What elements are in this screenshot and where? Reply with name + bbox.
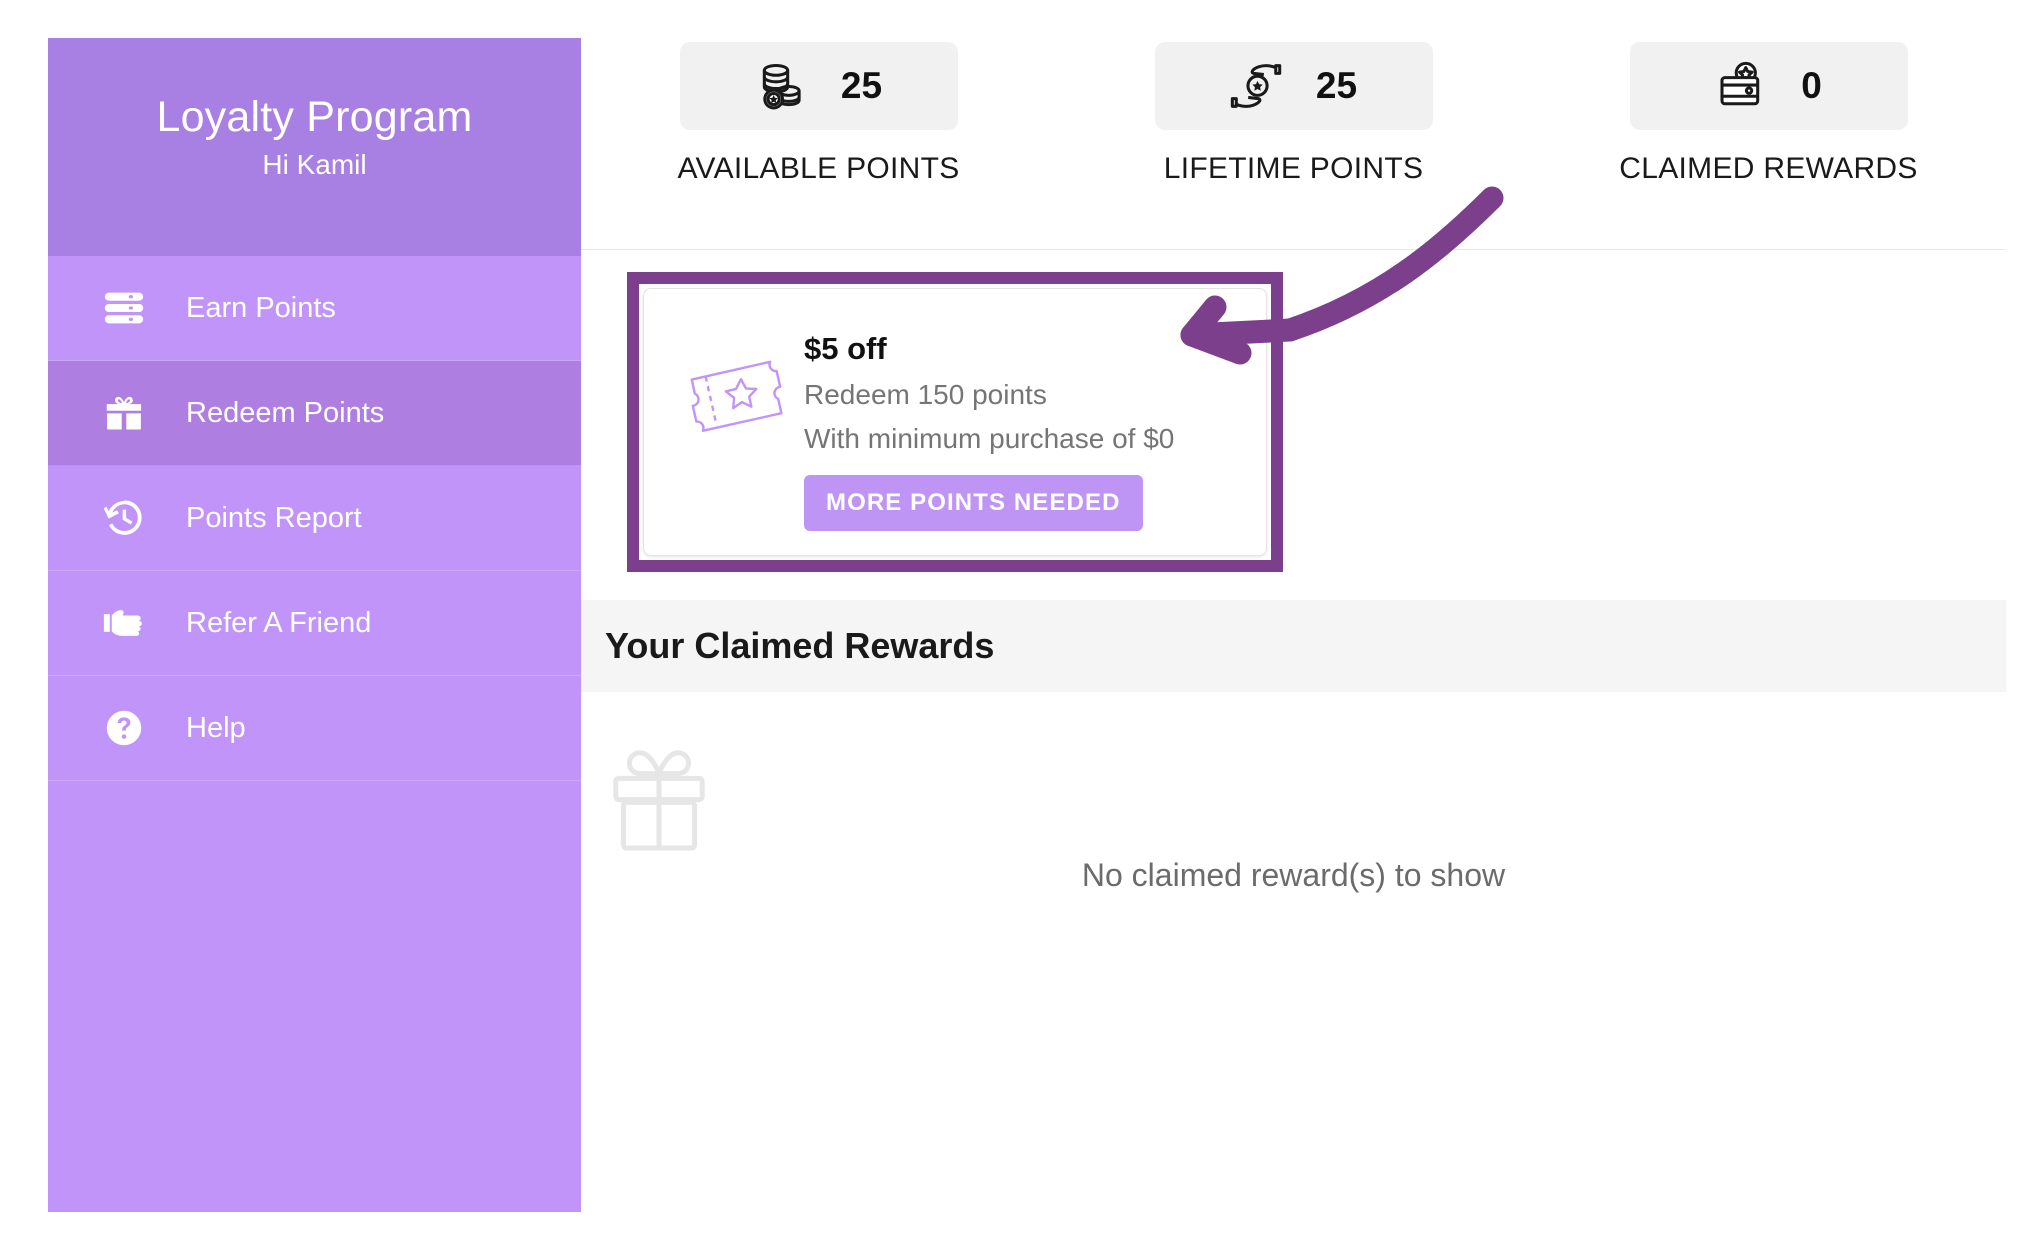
gift-icon — [98, 387, 150, 439]
stat-label: CLAIMED REWARDS — [1619, 152, 1918, 185]
user-greeting: Hi Kamil — [262, 148, 367, 180]
empty-state-text: No claimed reward(s) to show — [1081, 857, 1506, 893]
gift-outline-icon — [607, 740, 711, 857]
section-header: Your Claimed Rewards — [581, 600, 2006, 692]
stat-value: 25 — [1315, 65, 1358, 106]
claimed-rewards-section: Your Claimed Rewards No claimed reward(s… — [581, 600, 2006, 1092]
pointing-hand-icon — [98, 597, 150, 649]
sidebar-item-label: Points Report — [186, 501, 362, 534]
stat-label: AVAILABLE POINTS — [677, 152, 960, 185]
wallet-star-icon — [1715, 58, 1771, 114]
stat-value: 0 — [1801, 65, 1822, 106]
stat-value: 25 — [840, 65, 883, 106]
history-clock-icon — [98, 492, 150, 544]
sidebar-item-label: Redeem Points — [186, 396, 385, 429]
section-title: Your Claimed Rewards — [605, 625, 995, 666]
page-title: Loyalty Program — [156, 93, 473, 142]
available-rewards-grid: $5 off Redeem 150 points With minimum pu… — [581, 250, 2006, 600]
stat-pill: 25 — [1154, 42, 1433, 130]
coin-stack-icon — [755, 58, 811, 114]
sidebar-item-refer-a-friend[interactable]: Refer A Friend — [48, 571, 581, 676]
stat-label: LIFETIME POINTS — [1163, 152, 1424, 185]
sidebar: Loyalty Program Hi Kamil Earn Points Red… — [48, 38, 581, 1212]
sidebar-item-earn-points[interactable]: Earn Points — [48, 256, 581, 361]
hand-holding-coin-icon — [1230, 58, 1286, 114]
sidebar-item-help[interactable]: Help — [48, 676, 581, 781]
ticket-star-icon — [668, 331, 798, 435]
stats-strip: 25 AVAILABLE POINTS 25 LIFETIME POINTS 0… — [581, 0, 2006, 250]
sidebar-item-redeem-points[interactable]: Redeem Points — [48, 361, 581, 466]
more-points-needed-button[interactable]: MORE POINTS NEEDED — [804, 475, 1143, 531]
loyalty-program-app: Loyalty Program Hi Kamil Earn Points Red… — [0, 0, 2026, 1254]
sidebar-item-label: Refer A Friend — [186, 606, 372, 639]
question-mark-circle-icon — [98, 702, 150, 754]
stat-available-points: 25 AVAILABLE POINTS — [581, 42, 1056, 186]
stat-lifetime-points: 25 LIFETIME POINTS — [1056, 42, 1531, 186]
reward-title: $5 off — [804, 331, 887, 366]
claimed-rewards-empty-state: No claimed reward(s) to show — [581, 692, 2006, 1092]
main-content: 25 AVAILABLE POINTS 25 LIFETIME POINTS 0… — [581, 0, 2006, 1254]
reward-body: $5 off Redeem 150 points With minimum pu… — [798, 331, 1174, 531]
sidebar-item-points-report[interactable]: Points Report — [48, 466, 581, 571]
layers-icon — [98, 282, 150, 334]
reward-minimum-purchase: With minimum purchase of $0 — [804, 423, 1175, 454]
sidebar-header: Loyalty Program Hi Kamil — [48, 38, 581, 256]
reward-card[interactable]: $5 off Redeem 150 points With minimum pu… — [643, 288, 1267, 556]
reward-redeem-cost: Redeem 150 points — [804, 379, 1047, 410]
stat-claimed-rewards: 0 CLAIMED REWARDS — [1531, 42, 2006, 186]
sidebar-item-label: Earn Points — [186, 291, 336, 324]
sidebar-item-label: Help — [186, 711, 246, 744]
stat-pill: 0 — [1629, 42, 1908, 130]
stat-pill: 25 — [679, 42, 958, 130]
